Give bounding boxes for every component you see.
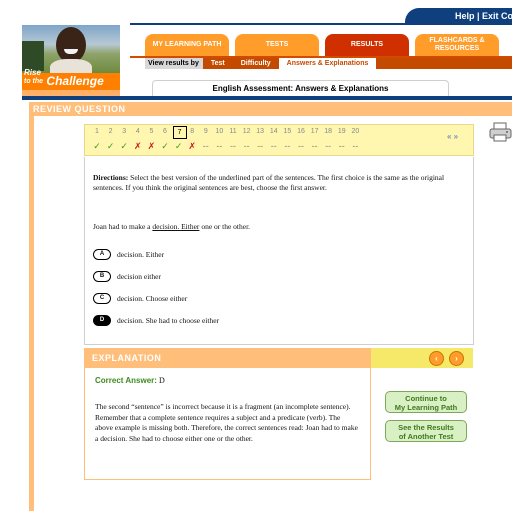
- choice-d-badge: D: [93, 315, 111, 326]
- question-mark-3: ✓: [120, 141, 128, 151]
- subnav-test[interactable]: Test: [203, 58, 233, 69]
- question-mark-12: --: [243, 141, 250, 151]
- title-underline: [22, 96, 512, 100]
- help-link[interactable]: Help: [455, 11, 475, 21]
- question-number-16[interactable]: 16: [295, 128, 307, 135]
- left-frame: [29, 116, 34, 511]
- subnav: View results by Test Difficulty Answers & E…: [145, 58, 512, 69]
- question-number-3[interactable]: 3: [118, 128, 130, 135]
- exit-link[interactable]: Exit Co: [482, 11, 512, 21]
- logo-challenge: Challenge: [46, 74, 104, 88]
- top-divider: [130, 23, 512, 25]
- tab-flashcards-resources[interactable]: FLASHCARDS & RESOURCES: [415, 34, 499, 56]
- question-nav-arrows[interactable]: « »: [447, 132, 458, 141]
- choice-c[interactable]: Cdecision. Choose either: [93, 293, 187, 304]
- subnav-answers-explanations[interactable]: Answers & Explanations: [278, 58, 377, 69]
- question-number-10[interactable]: 10: [213, 128, 225, 135]
- results-line1: See the Results: [398, 423, 454, 432]
- question-selector: « » 1 ✓ 2 ✓ 3 ✓ 4 ✗ 5 ✗ 6 ✓ 7 ✓ 8 ✗ 9 -- 10 -- 11 -- 12 -- 13 -- 1…: [84, 124, 474, 156]
- question-mark-15: --: [284, 141, 291, 151]
- top-links-separator: |: [474, 11, 483, 21]
- question-mark-7: ✓: [174, 141, 183, 151]
- explanation-text: The second “sentence” is incorrect becau…: [95, 402, 358, 443]
- tab-results[interactable]: RESULTS: [325, 34, 409, 56]
- question-mark-20: --: [352, 141, 359, 151]
- prompt-underlined: decision. Either: [152, 222, 200, 231]
- question-number-15[interactable]: 15: [281, 128, 293, 135]
- choice-a-text: decision. Either: [117, 250, 165, 259]
- next-question-button[interactable]: ›: [449, 351, 464, 366]
- question-mark-17: --: [311, 141, 318, 151]
- explanation-body: Correct Answer: D The second “sentence” …: [84, 368, 371, 480]
- choice-c-badge: C: [93, 293, 111, 304]
- question-mark-19: --: [338, 141, 345, 151]
- prev-question-button[interactable]: ‹: [429, 351, 444, 366]
- choice-d[interactable]: Ddecision. She had to choose either: [93, 315, 219, 326]
- directions-label: Directions:: [93, 173, 129, 182]
- question-number-6[interactable]: 6: [159, 128, 171, 135]
- directions-text: Select the best version of the underline…: [93, 173, 445, 192]
- question-mark-14: --: [270, 141, 277, 151]
- question-number-9[interactable]: 9: [200, 128, 212, 135]
- choice-b-text: decision either: [117, 272, 161, 281]
- continue-line2: My Learning Path: [394, 403, 458, 412]
- choice-b-badge: B: [93, 271, 111, 282]
- choice-b[interactable]: Bdecision either: [93, 271, 161, 282]
- continue-line1: Continue to: [405, 394, 447, 403]
- question-mark-13: --: [257, 141, 264, 151]
- question-number-7[interactable]: 7: [172, 126, 187, 139]
- question-number-18[interactable]: 18: [322, 128, 334, 135]
- question-number-1[interactable]: 1: [91, 128, 103, 135]
- explanation-nav: ‹ ›: [371, 348, 473, 368]
- results-line2: of Another Test: [398, 432, 454, 441]
- directions: Directions: Select the best version of t…: [93, 173, 463, 193]
- question-number-11[interactable]: 11: [227, 128, 239, 135]
- question-mark-6: ✓: [161, 141, 169, 151]
- question-mark-4: ✗: [134, 141, 142, 151]
- rise-logo: Rise to the Challenge: [22, 68, 120, 90]
- question-number-13[interactable]: 13: [254, 128, 266, 135]
- correct-answer-label: Correct Answer:: [95, 376, 157, 385]
- explanation-header: EXPLANATION: [84, 348, 371, 368]
- subnav-difficulty[interactable]: Difficulty: [233, 58, 279, 69]
- question-number-8[interactable]: 8: [186, 128, 198, 135]
- printer-icon[interactable]: [489, 122, 512, 142]
- question-prompt: Joan had to make a decision. Either one …: [93, 222, 250, 231]
- subnav-label: View results by: [145, 58, 203, 69]
- question-mark-5: ✗: [147, 141, 156, 151]
- question-number-12[interactable]: 12: [241, 128, 253, 135]
- correct-answer: Correct Answer: D: [95, 376, 165, 385]
- page-title: English Assessment: Answers & Explanatio…: [152, 80, 449, 97]
- question-number-5[interactable]: 5: [145, 128, 157, 135]
- question-mark-1: ✓: [93, 141, 101, 151]
- question-mark-11: --: [230, 141, 236, 151]
- tab-my-learning-path[interactable]: MY LEARNING PATH: [145, 34, 229, 56]
- choice-a[interactable]: Adecision. Either: [93, 249, 164, 260]
- review-question-header: REVIEW QUESTION: [29, 102, 512, 116]
- question-number-14[interactable]: 14: [268, 128, 280, 135]
- correct-answer-value: D: [156, 376, 165, 385]
- prompt-after: one or the other.: [199, 222, 251, 231]
- question-mark-16: --: [298, 141, 304, 151]
- question-number-20[interactable]: 20: [349, 128, 361, 135]
- prompt-before: Joan had to make a: [93, 222, 153, 231]
- choice-c-text: decision. Choose either: [117, 294, 188, 303]
- choice-a-badge: A: [93, 249, 111, 260]
- question-number-2[interactable]: 2: [105, 128, 117, 135]
- question-number-17[interactable]: 17: [309, 128, 321, 135]
- question-mark-18: --: [325, 141, 332, 151]
- see-results-another-test-button[interactable]: See the Results of Another Test: [385, 420, 467, 442]
- question-mark-8: ✗: [188, 141, 196, 151]
- choice-d-text: decision. She had to choose either: [117, 316, 220, 325]
- question-mark-10: --: [216, 141, 223, 151]
- top-links: Help | Exit Co: [405, 8, 512, 24]
- question-mark-9: --: [202, 141, 209, 151]
- tab-tests[interactable]: TESTS: [235, 34, 319, 56]
- question-panel: Directions: Select the best version of t…: [84, 157, 474, 345]
- question-number-19[interactable]: 19: [336, 128, 348, 135]
- question-mark-2: ✓: [106, 141, 115, 151]
- continue-learning-path-button[interactable]: Continue to My Learning Path: [385, 391, 467, 413]
- question-number-4[interactable]: 4: [132, 128, 144, 135]
- logo-rise: Rise: [24, 68, 41, 77]
